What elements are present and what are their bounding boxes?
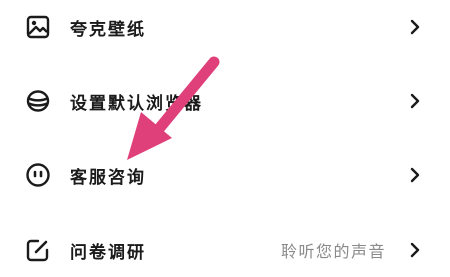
- menu-item-label: 设置默认浏览器: [70, 93, 203, 114]
- settings-menu: 夸克壁纸 设置默认浏览器 客服咨询 问卷调研 聆听您的声音: [0, 0, 450, 277]
- chevron-right-icon: [408, 166, 422, 184]
- chevron-right-icon: [408, 18, 422, 36]
- survey-hint-text: 聆听您的声音: [280, 242, 386, 261]
- smiley-icon: [25, 162, 51, 188]
- chevron-right-icon: [408, 241, 422, 259]
- edit-icon: [25, 237, 51, 263]
- chevron-right-icon: [408, 92, 422, 110]
- menu-item-label: 客服咨询: [70, 167, 146, 188]
- menu-item-wallpaper[interactable]: 夸克壁纸: [0, 2, 450, 52]
- menu-item-survey[interactable]: 问卷调研 聆听您的声音: [0, 225, 450, 275]
- menu-item-customer-service[interactable]: 客服咨询: [0, 150, 450, 200]
- menu-item-default-browser[interactable]: 设置默认浏览器: [0, 76, 450, 126]
- browser-icon: [25, 88, 51, 114]
- image-icon: [25, 14, 51, 40]
- menu-item-label: 问卷调研: [70, 242, 146, 263]
- menu-item-label: 夸克壁纸: [70, 19, 146, 40]
